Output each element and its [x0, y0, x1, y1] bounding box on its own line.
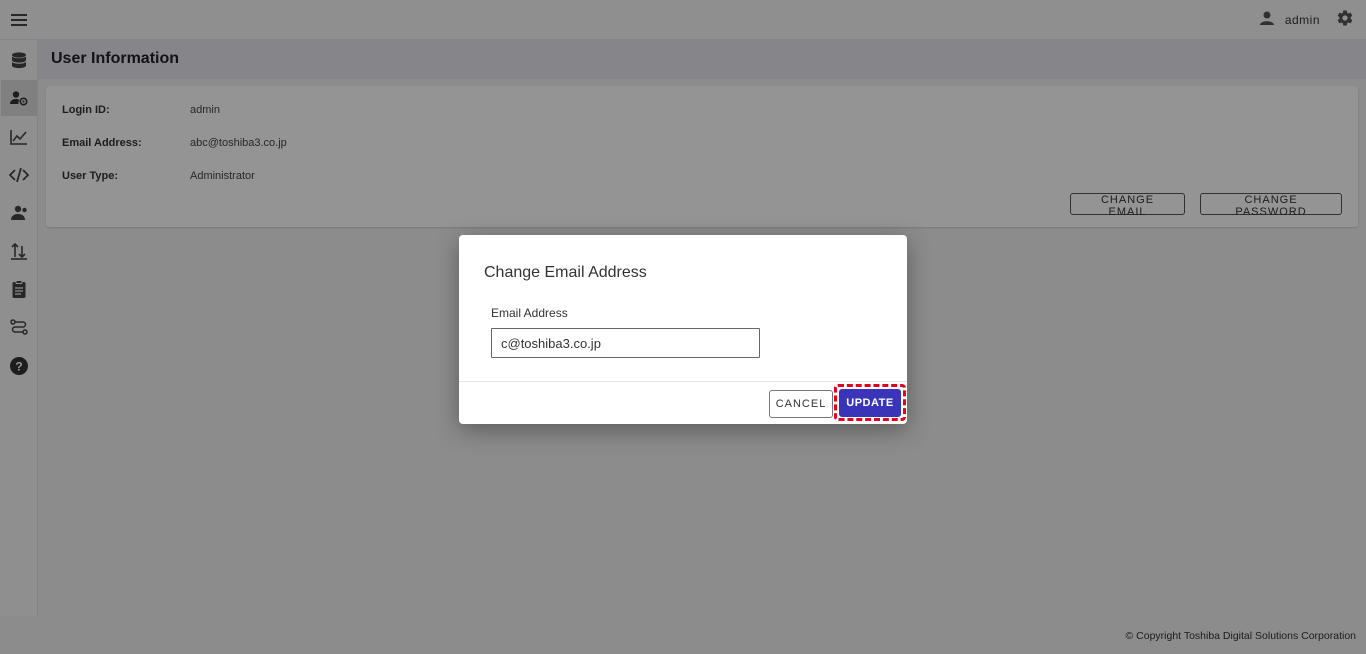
email-field-label: Email Address	[491, 306, 568, 320]
email-field[interactable]	[491, 328, 760, 358]
update-button[interactable]: UPDATE	[839, 389, 901, 417]
cancel-button[interactable]: CANCEL	[769, 390, 833, 418]
dialog-title: Change Email Address	[484, 264, 647, 281]
dialog-divider	[459, 381, 907, 382]
change-email-dialog: Change Email Address Email Address CANCE…	[459, 235, 907, 424]
